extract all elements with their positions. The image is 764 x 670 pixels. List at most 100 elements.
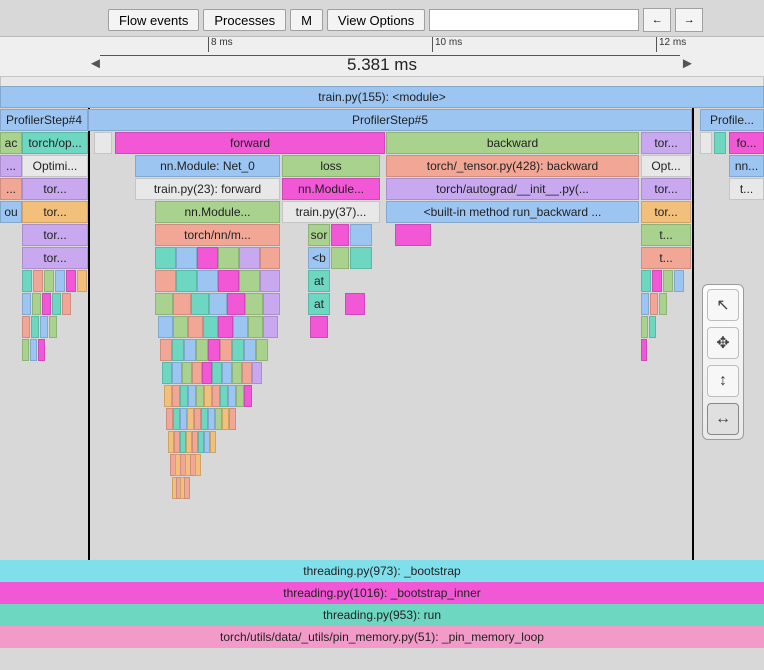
flame-span[interactable]: tor... <box>641 132 691 154</box>
flame-span[interactable] <box>155 293 173 315</box>
flame-span[interactable] <box>195 454 201 476</box>
flame-span[interactable] <box>212 362 222 384</box>
flame-span[interactable] <box>162 362 172 384</box>
flame-span[interactable] <box>194 408 201 430</box>
flame-span[interactable]: <b <box>308 247 330 269</box>
flame-span[interactable]: at <box>308 270 330 292</box>
flame-span[interactable]: t... <box>641 224 691 246</box>
flame-span[interactable]: at <box>308 293 330 315</box>
horizontal-zoom-tool[interactable]: ↔ <box>707 403 739 435</box>
flame-span[interactable]: tor... <box>22 201 88 223</box>
frame-tensor-backward[interactable]: torch/_tensor.py(428): backward <box>386 155 639 177</box>
flame-span[interactable] <box>263 293 280 315</box>
flame-span[interactable] <box>155 270 176 292</box>
flame-span[interactable] <box>345 293 365 315</box>
flame-span[interactable] <box>659 293 667 315</box>
flame-span[interactable] <box>197 247 218 269</box>
flame-span[interactable] <box>222 408 229 430</box>
flame-span[interactable]: Optimi... <box>22 155 88 177</box>
frame-profiler-step-next[interactable]: Profile... <box>700 109 764 131</box>
flame-span[interactable] <box>652 270 662 292</box>
flame-span[interactable] <box>202 362 212 384</box>
flame-span[interactable] <box>176 270 197 292</box>
flame-span[interactable] <box>245 293 263 315</box>
flame-span[interactable] <box>160 339 172 361</box>
flame-span[interactable] <box>52 293 61 315</box>
frame-pin-memory-loop[interactable]: torch/utils/data/_utils/pin_memory.py(51… <box>0 626 764 648</box>
flame-span[interactable] <box>22 293 31 315</box>
flame-span[interactable] <box>260 247 280 269</box>
flame-span[interactable] <box>192 362 202 384</box>
flame-span[interactable] <box>663 270 673 292</box>
m-button[interactable]: M <box>290 9 323 31</box>
flame-span[interactable] <box>182 362 192 384</box>
flame-span[interactable] <box>222 362 232 384</box>
view-button[interactable]: View Options <box>327 9 425 31</box>
flame-span[interactable] <box>173 408 180 430</box>
flame-span[interactable] <box>227 293 245 315</box>
flame-span[interactable]: t... <box>729 178 764 200</box>
flame-span[interactable] <box>641 270 651 292</box>
flame-span[interactable]: ou <box>0 201 22 223</box>
flame-span[interactable] <box>32 293 41 315</box>
flame-span[interactable] <box>350 247 372 269</box>
flame-span[interactable] <box>714 132 726 154</box>
flame-span[interactable] <box>173 293 191 315</box>
flame-span[interactable] <box>350 224 372 246</box>
flame-span[interactable] <box>228 385 236 407</box>
flame-span[interactable] <box>191 293 209 315</box>
flame-span[interactable] <box>31 316 39 338</box>
flame-span[interactable] <box>256 339 268 361</box>
frame-profiler-step-4[interactable]: ProfilerStep#4 <box>0 109 88 131</box>
flame-span[interactable] <box>331 224 349 246</box>
frame-autograd-init[interactable]: torch/autograd/__init__.py(... <box>386 178 639 200</box>
flame-span[interactable] <box>184 339 196 361</box>
flame-span[interactable] <box>197 270 218 292</box>
flame-span[interactable] <box>700 132 712 154</box>
next-button[interactable]: → <box>675 8 703 32</box>
flame-span[interactable]: torch/nn/m... <box>155 224 280 246</box>
flame-span[interactable]: tor... <box>641 201 691 223</box>
flame-span[interactable] <box>220 385 228 407</box>
flame-span[interactable] <box>44 270 54 292</box>
flame-span[interactable] <box>212 385 220 407</box>
flame-span[interactable]: nn.Module... <box>282 178 380 200</box>
flame-span[interactable] <box>49 316 57 338</box>
pointer-tool[interactable]: ↖ <box>707 289 739 321</box>
flame-span[interactable] <box>33 270 43 292</box>
flame-span[interactable] <box>218 247 239 269</box>
flame-span[interactable] <box>650 293 658 315</box>
flame-span[interactable] <box>187 408 194 430</box>
frame-loss[interactable]: loss <box>282 155 380 177</box>
flame-span[interactable] <box>239 247 260 269</box>
flame-span[interactable] <box>260 270 280 292</box>
flame-span[interactable] <box>77 270 87 292</box>
frame-threading-run[interactable]: threading.py(953): run <box>0 604 764 626</box>
flame-span[interactable] <box>66 270 76 292</box>
flame-span[interactable] <box>232 362 242 384</box>
flame-span[interactable] <box>172 385 180 407</box>
flame-span[interactable] <box>244 339 256 361</box>
frame-bootstrap-inner[interactable]: threading.py(1016): _bootstrap_inner <box>0 582 764 604</box>
flame-span[interactable]: nn... <box>729 155 764 177</box>
flame-span[interactable] <box>204 385 212 407</box>
flame-span[interactable] <box>176 247 197 269</box>
frame-profiler-step-5[interactable]: ProfilerStep#5 <box>88 109 692 131</box>
flame-span[interactable] <box>641 293 649 315</box>
frame-train-forward[interactable]: train.py(23): forward <box>135 178 280 200</box>
flame-span[interactable]: Opt... <box>641 155 691 177</box>
flame-span[interactable] <box>62 293 71 315</box>
flame-span[interactable] <box>236 385 244 407</box>
flame-span[interactable] <box>263 316 278 338</box>
flame-span[interactable] <box>172 362 182 384</box>
tool-palette[interactable]: ↖✥↕↔ <box>702 284 744 440</box>
frame-run-backward[interactable]: <built-in method run_backward ... <box>386 201 639 223</box>
frame-nn-module-net0[interactable]: nn.Module: Net_0 <box>135 155 280 177</box>
flame-span[interactable]: tor... <box>22 178 88 200</box>
flame-span[interactable] <box>209 293 227 315</box>
flow-button[interactable]: Flow events <box>108 9 199 31</box>
flame-span[interactable]: sor <box>308 224 330 246</box>
flame-span[interactable]: tor... <box>641 178 691 200</box>
flame-span[interactable]: train.py(37)... <box>282 201 380 223</box>
flame-span[interactable] <box>166 408 173 430</box>
